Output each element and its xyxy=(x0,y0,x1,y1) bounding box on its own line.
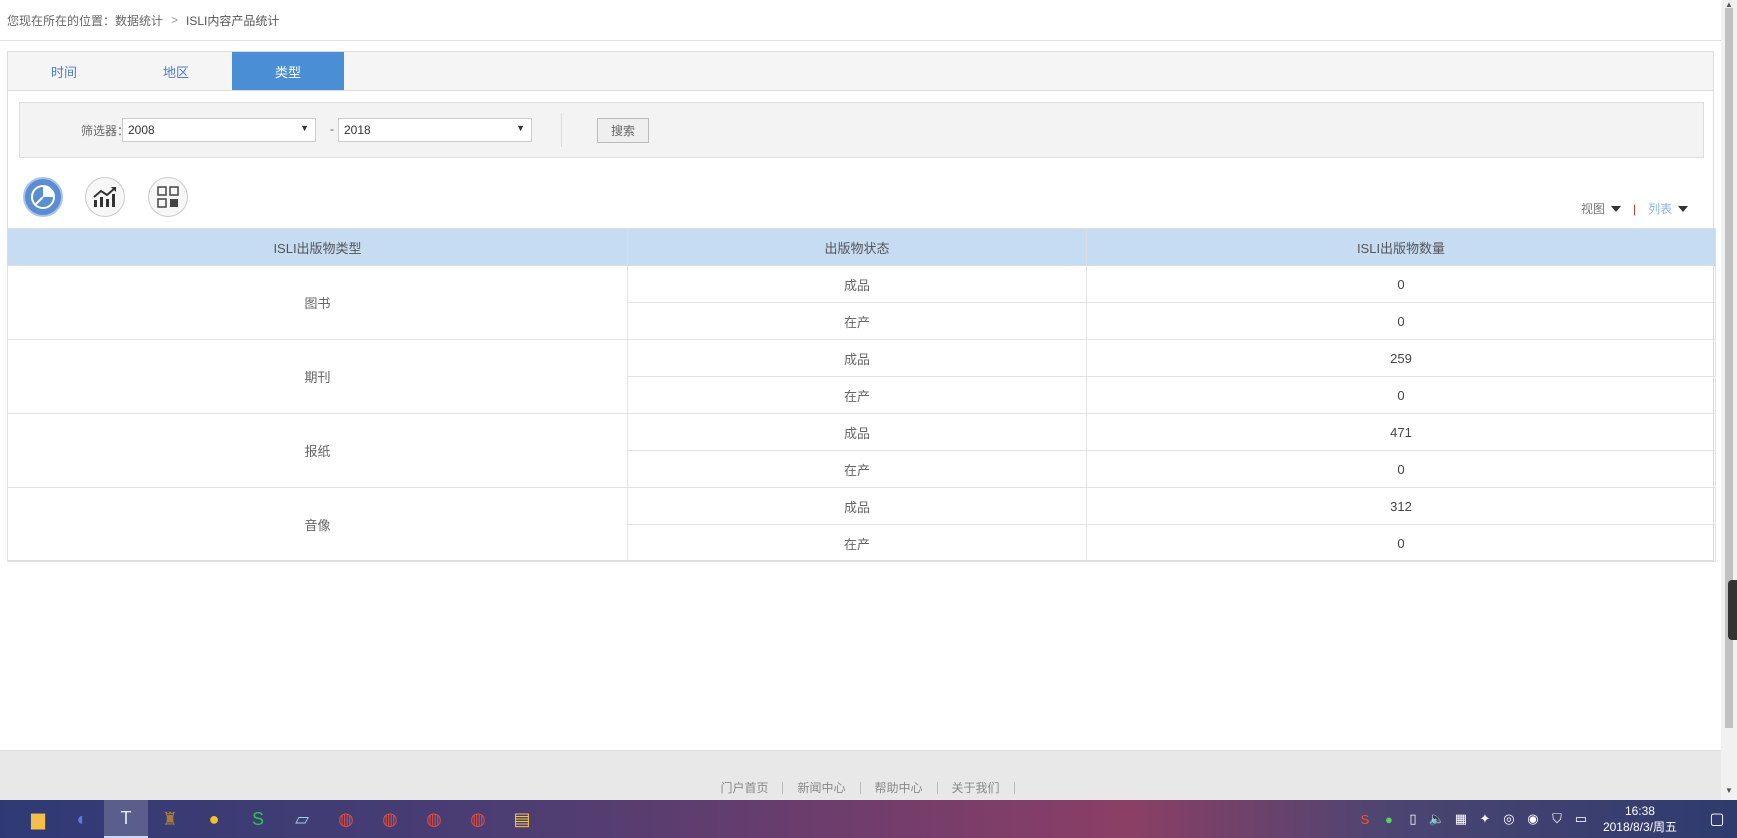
tab-type[interactable]: 类型 xyxy=(232,52,344,90)
publication-count-cell: 312 xyxy=(1086,487,1716,525)
dropdown-arrow-icon: ▼ xyxy=(300,123,309,133)
color-tray-icon[interactable]: ✦ xyxy=(1473,811,1497,827)
calendar-app-icon[interactable]: ▤ xyxy=(500,800,544,838)
range-dash: - xyxy=(330,122,334,136)
system-tray: S ● ▯ 🔈 ▦ ✦ ◎ ◉ ⛉ ▭ 16:38 2018/8/3/周五 ▢ xyxy=(1353,800,1737,838)
footer: 门户首页 新闻中心 帮助中心 关于我们 xyxy=(0,750,1721,800)
column-header-status: 出版物状态 xyxy=(627,228,1087,266)
breadcrumb-separator: > xyxy=(171,13,179,27)
breadcrumb: 您现在所在的位置： 数据统计 > ISLI内容产品统计 xyxy=(0,0,1721,41)
view-dropdown-label[interactable]: 视图 xyxy=(1581,200,1605,217)
vertical-scrollbar[interactable]: ▲ ▼ xyxy=(1721,0,1737,800)
publication-status-cell: 在产 xyxy=(627,450,1087,488)
browser-tray-icon[interactable]: ◉ xyxy=(1521,811,1545,827)
chrome-icon[interactable]: ◍ xyxy=(412,800,456,838)
footer-link-about[interactable]: 关于我们 xyxy=(938,782,1015,794)
publication-status-cell: 成品 xyxy=(627,265,1087,303)
publication-status-cell: 在产 xyxy=(627,524,1087,562)
game-icon[interactable]: ♜ xyxy=(148,800,192,838)
breadcrumb-prefix: 您现在所在的位置： xyxy=(7,13,116,28)
stats-table: ISLI出版物类型 出版物状态 ISLI出版物数量 图书 成品 0 在产 0 期刊 成品 25… xyxy=(7,228,1716,562)
input-method-icon[interactable]: S xyxy=(1353,812,1377,827)
shield-icon[interactable]: ⛉ xyxy=(1545,811,1569,827)
footer-link-home[interactable]: 门户首页 xyxy=(706,782,784,794)
browser-icon[interactable]: ◐ xyxy=(60,800,104,838)
clock-time: 16:38 xyxy=(1624,804,1655,818)
column-header-count: ISLI出版物数量 xyxy=(1086,228,1716,266)
tab-time[interactable]: 时间 xyxy=(8,52,120,90)
column-header-type: ISLI出版物类型 xyxy=(7,228,628,266)
publication-type-cell: 期刊 xyxy=(7,339,628,414)
table-body: 图书 成品 0 在产 0 期刊 成品 259 在产 0 报纸 成品 471 在产 0 音像 成品 312 在产 0 xyxy=(7,265,1716,562)
tab-region[interactable]: 地区 xyxy=(120,52,232,90)
clock-date: 2018/8/3/周五 xyxy=(1602,820,1677,834)
publication-status-cell: 成品 xyxy=(627,487,1087,525)
table-row: 图书 成品 0 xyxy=(7,265,1716,340)
view-separator: | xyxy=(1633,201,1637,216)
view-toggle: 视图 | 列表 xyxy=(1581,200,1689,217)
notification-icon[interactable]: ▢ xyxy=(1697,809,1737,829)
pie-chart-icon[interactable] xyxy=(23,177,63,217)
publication-type-cell: 图书 xyxy=(7,265,628,340)
tab-bar: 时间 地区 类型 xyxy=(8,52,1713,91)
taskbar-apps: ▆ ◐ T ♜ ● S ▱ ◍ ◍ ◍ ◍ ▤ xyxy=(16,800,544,838)
publication-status-cell: 在产 xyxy=(627,302,1087,340)
sync-icon[interactable]: ◎ xyxy=(1497,811,1521,827)
table-header-row: ISLI出版物类型 出版物状态 ISLI出版物数量 xyxy=(7,228,1716,266)
table-row: 音像 成品 312 xyxy=(7,487,1716,562)
publication-status-cell: 成品 xyxy=(627,339,1087,377)
notepad-icon[interactable]: ▱ xyxy=(280,800,324,838)
duck-icon[interactable]: ● xyxy=(192,800,236,838)
publication-status-cell: 在产 xyxy=(627,376,1087,414)
from-year-select[interactable]: 2008 ▼ xyxy=(122,118,316,142)
dropdown-arrow-icon: ▼ xyxy=(516,123,525,133)
footer-link-help[interactable]: 帮助中心 xyxy=(861,782,938,794)
search-button[interactable]: 搜索 xyxy=(597,118,649,143)
to-year-select[interactable]: 2018 ▼ xyxy=(338,118,532,142)
tabs-panel: 时间 地区 类型 筛选器： 2008 ▼ - 2018 ▼ 搜索 视图 | 列表… xyxy=(7,51,1716,562)
to-year-value: 2018 xyxy=(344,123,371,137)
chrome-icon[interactable]: ◍ xyxy=(368,800,412,838)
app-window: 您现在所在的位置： 数据统计 > ISLI内容产品统计 时间 地区 类型 筛选器… xyxy=(0,0,1737,838)
table-row: 期刊 成品 259 xyxy=(7,339,1716,414)
filter-divider xyxy=(561,113,562,147)
filter-bar: 筛选器： 2008 ▼ - 2018 ▼ 搜索 xyxy=(19,102,1704,158)
spreadsheet-icon[interactable]: S xyxy=(236,800,280,838)
volume-muted-icon[interactable]: 🔈 xyxy=(1425,811,1449,827)
chevron-down-icon[interactable] xyxy=(1678,205,1689,212)
grid-icon[interactable] xyxy=(148,177,188,217)
app-tray-icon[interactable]: ▦ xyxy=(1449,811,1473,827)
publication-type-cell: 报纸 xyxy=(7,413,628,488)
text-editor-icon[interactable]: T xyxy=(104,800,148,838)
chevron-down-icon[interactable] xyxy=(1611,205,1622,212)
clock[interactable]: 16:38 2018/8/3/周五 xyxy=(1603,803,1677,835)
list-dropdown-label[interactable]: 列表 xyxy=(1648,200,1672,217)
publication-count-cell: 0 xyxy=(1086,376,1716,414)
chrome-icon[interactable]: ◍ xyxy=(324,800,368,838)
publication-type-cell: 音像 xyxy=(7,487,628,562)
network-icon[interactable]: ▭ xyxy=(1569,811,1593,827)
wechat-icon[interactable]: ● xyxy=(1377,812,1401,827)
usb-icon[interactable]: ▯ xyxy=(1401,811,1425,827)
publication-status-cell: 成品 xyxy=(627,413,1087,451)
taskbar: ▆ ◐ T ♜ ● S ▱ ◍ ◍ ◍ ◍ ▤ S ● ▯ 🔈 ▦ ✦ ◎ ◉ ⛉ ▭ 16:38 2… xyxy=(0,800,1737,838)
publication-count-cell: 0 xyxy=(1086,265,1716,303)
from-year-value: 2008 xyxy=(128,123,155,137)
publication-count-cell: 259 xyxy=(1086,339,1716,377)
publication-count-cell: 0 xyxy=(1086,450,1716,488)
trend-chart-icon[interactable] xyxy=(85,177,125,217)
table-row: 报纸 成品 471 xyxy=(7,413,1716,488)
chrome-icon[interactable]: ◍ xyxy=(456,800,500,838)
publication-count-cell: 0 xyxy=(1086,524,1716,562)
footer-link-news[interactable]: 新闻中心 xyxy=(783,782,861,794)
scroll-down-icon[interactable]: ▼ xyxy=(1725,786,1733,795)
file-explorer-icon[interactable]: ▆ xyxy=(16,800,60,838)
breadcrumb-item-stats[interactable]: 数据统计 xyxy=(115,12,163,29)
publication-count-cell: 0 xyxy=(1086,302,1716,340)
publication-count-cell: 471 xyxy=(1086,413,1716,451)
breadcrumb-item-current: ISLI内容产品统计 xyxy=(186,13,280,28)
side-widget-handle[interactable] xyxy=(1728,580,1737,640)
